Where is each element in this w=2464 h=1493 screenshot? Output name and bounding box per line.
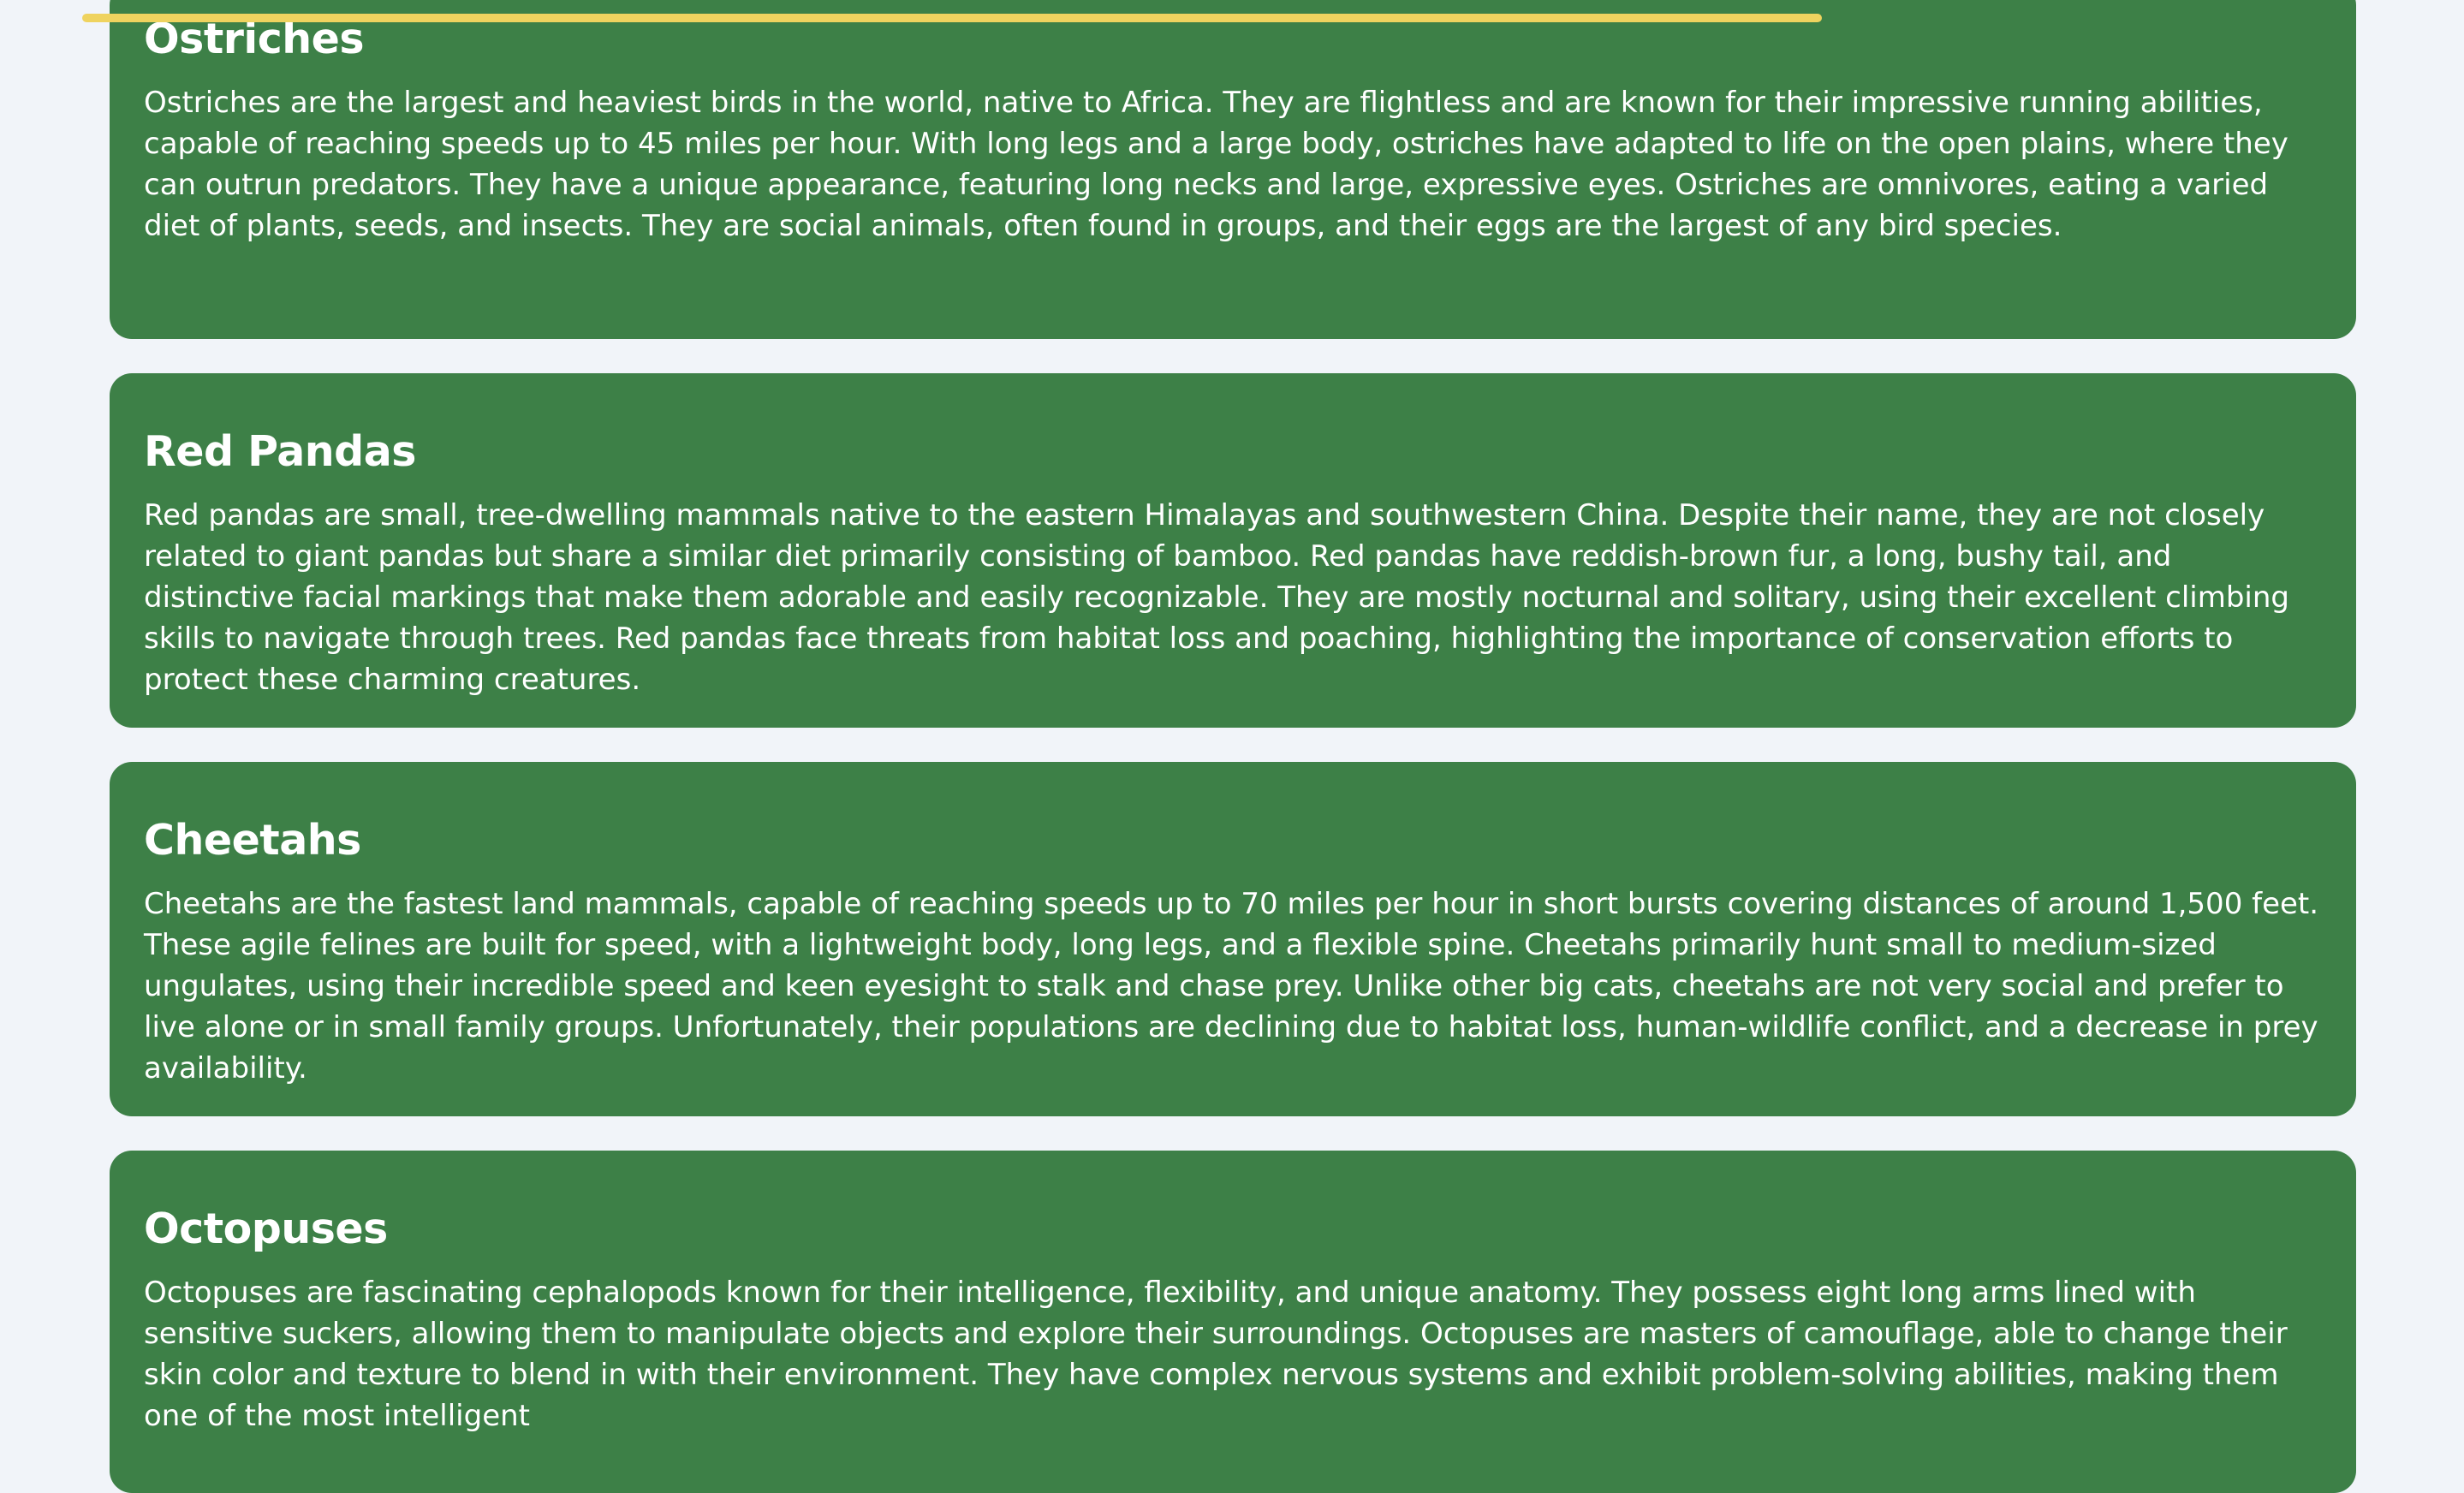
animal-card-cheetahs: Cheetahs Cheetahs are the fastest land m… (110, 762, 2356, 1116)
card-description: Red pandas are small, tree-dwelling mamm… (144, 498, 2289, 697)
animal-card-red-pandas: Red Pandas Red pandas are small, tree-dw… (110, 373, 2356, 728)
reading-progress-bar (82, 14, 1822, 22)
card-title: Cheetahs (144, 816, 361, 865)
card-description: Ostriches are the largest and heaviest b… (144, 86, 2288, 243)
card-title: Red Pandas (144, 427, 416, 476)
card-description: Octopuses are fascinating cephalopods kn… (144, 1276, 2288, 1433)
animal-card-octopuses: Octopuses Octopuses are fascinating ceph… (110, 1151, 2356, 1493)
card-description: Cheetahs are the fastest land mammals, c… (144, 887, 2319, 1086)
animal-card-ostriches: Ostriches Ostriches are the largest and … (110, 0, 2356, 339)
card-title: Octopuses (144, 1205, 388, 1253)
